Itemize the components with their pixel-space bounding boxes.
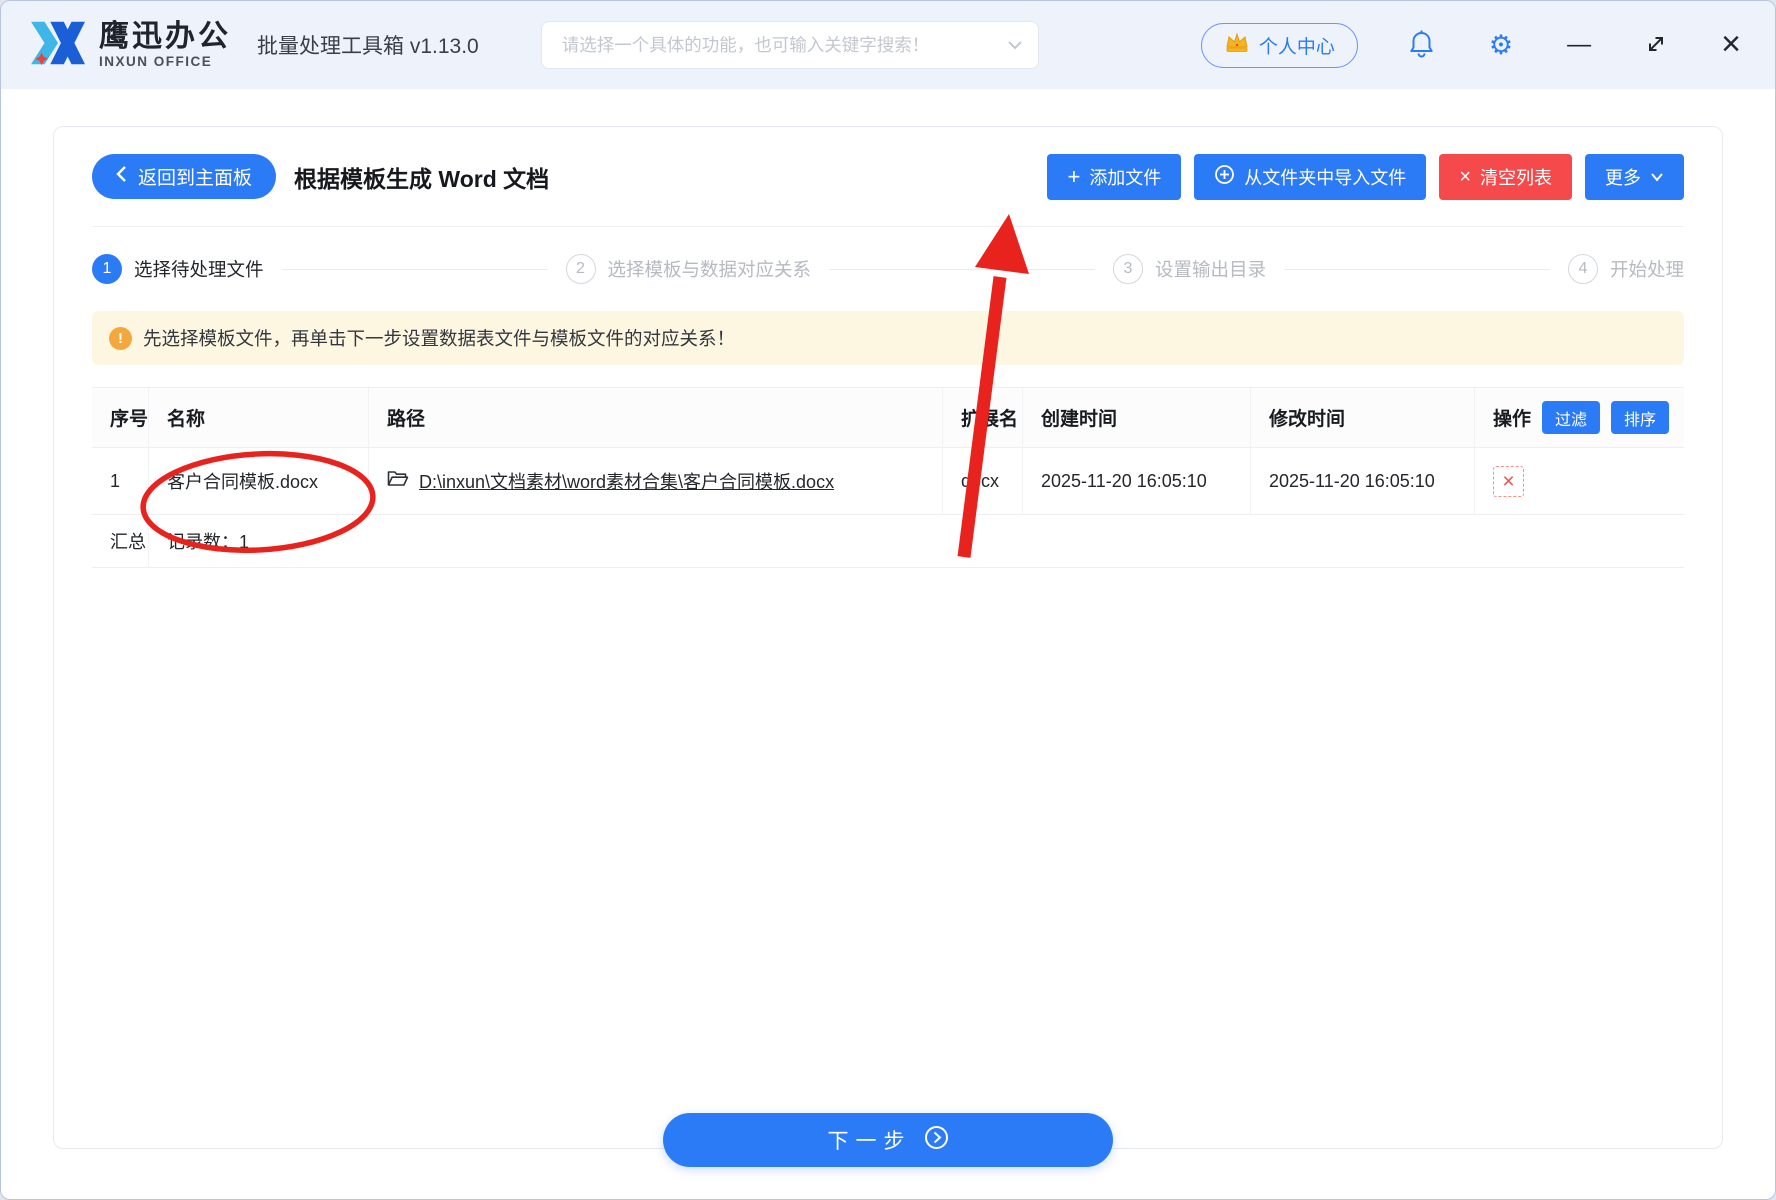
step-1-select-files: 1 选择待处理文件 — [92, 254, 264, 284]
row-index: 1 — [92, 448, 148, 515]
step-indicator: 1 选择待处理文件 2 选择模板与数据对应关系 3 设置输出目录 4 开始处理 — [92, 254, 1684, 284]
plus-icon: + — [1067, 163, 1081, 189]
col-header-modified: 修改时间 — [1250, 388, 1474, 448]
clear-list-button[interactable]: × 清空列表 — [1439, 153, 1572, 200]
row-created: 2025-11-20 16:05:10 — [1022, 448, 1250, 515]
delete-row-button[interactable]: × — [1493, 465, 1524, 497]
notifications-button[interactable] — [1404, 25, 1439, 65]
folder-icon — [387, 469, 409, 493]
titlebar-right: 个人中心 ⚙ — × — [1200, 22, 1745, 68]
step-label: 设置输出目录 — [1155, 259, 1267, 280]
back-label: 返回到主面板 — [138, 168, 253, 189]
step-4-start: 4 开始处理 — [1568, 254, 1684, 284]
more-button[interactable]: 更多 — [1585, 153, 1684, 200]
row-actions: × — [1474, 448, 1684, 515]
add-file-label: 添加文件 — [1089, 167, 1162, 188]
circle-arrow-right-icon — [924, 1125, 949, 1156]
sort-button[interactable]: 排序 — [1611, 401, 1670, 434]
maximize-button[interactable] — [1641, 29, 1671, 62]
user-center-button[interactable]: 个人中心 — [1200, 22, 1358, 68]
step-2-template-mapping: 2 选择模板与数据对应关系 — [565, 254, 812, 284]
file-table: 序号 名称 路径 扩展名 创建时间 修改时间 操作 过滤 排序 1 客户合同模板… — [92, 387, 1684, 568]
main-card: 返回到主面板 根据模板生成 Word 文档 + 添加文件 从文件夹中导入文件 ×… — [53, 126, 1723, 1167]
gear-icon: ⚙ — [1488, 29, 1514, 60]
clear-list-label: 清空列表 — [1480, 167, 1552, 188]
chevron-down-icon[interactable] — [1007, 38, 1023, 56]
user-center-label: 个人中心 — [1258, 36, 1335, 58]
step-label: 选择待处理文件 — [134, 259, 264, 280]
close-icon: × — [1721, 25, 1741, 64]
col-header-path: 路径 — [368, 388, 942, 448]
settings-button[interactable]: ⚙ — [1485, 28, 1517, 63]
col-header-index: 序号 — [92, 388, 148, 448]
page-title: 根据模板生成 Word 文档 — [294, 165, 550, 192]
brand-text: 鹰迅办公 INXUN OFFICE — [99, 21, 231, 70]
function-search — [540, 21, 1039, 69]
notice-banner: ! 先选择模板文件，再单击下一步设置数据表文件与模板文件的对应关系！ — [92, 311, 1684, 365]
step-3-output-dir: 3 设置输出目录 — [1113, 254, 1266, 284]
circle-plus-icon — [1214, 164, 1235, 190]
row-ext: docx — [942, 448, 1022, 515]
page-header: 返回到主面板 根据模板生成 Word 文档 + 添加文件 从文件夹中导入文件 ×… — [92, 127, 1684, 227]
brand-logo-icon — [27, 16, 89, 75]
bell-icon — [1408, 29, 1435, 61]
chevron-left-icon — [116, 165, 127, 189]
step-number: 2 — [565, 254, 596, 284]
crown-icon — [1224, 31, 1250, 59]
import-from-folder-button[interactable]: 从文件夹中导入文件 — [1194, 153, 1427, 200]
search-input[interactable] — [540, 21, 1039, 69]
step-label: 开始处理 — [1610, 259, 1685, 280]
summary-value: 记录数：1 — [148, 515, 1684, 568]
brand: 鹰迅办公 INXUN OFFICE — [27, 16, 231, 75]
back-to-dashboard-button[interactable]: 返回到主面板 — [92, 154, 277, 199]
close-button[interactable]: × — [1717, 27, 1745, 62]
more-label: 更多 — [1605, 167, 1641, 188]
row-name: 客户合同模板.docx — [148, 448, 368, 515]
step-number: 1 — [92, 254, 122, 284]
app-window: 鹰迅办公 INXUN OFFICE 批量处理工具箱 v1.13.0 个 — [0, 0, 1776, 1200]
chevron-down-icon — [1650, 166, 1664, 187]
actions-header-label: 操作 — [1493, 409, 1532, 430]
add-file-button[interactable]: + 添加文件 — [1047, 153, 1182, 200]
row-path: D:\inxun\文档素材\word素材合集\客户合同模板.docx — [368, 448, 942, 515]
col-header-name: 名称 — [148, 388, 368, 448]
close-icon: × — [1502, 469, 1515, 493]
titlebar: 鹰迅办公 INXUN OFFICE 批量处理工具箱 v1.13.0 个 — [1, 1, 1775, 89]
row-modified: 2025-11-20 16:05:10 — [1250, 448, 1474, 515]
step-connector — [829, 268, 1095, 270]
col-header-actions: 操作 过滤 排序 — [1474, 388, 1684, 448]
step-label: 选择模板与数据对应关系 — [607, 259, 812, 280]
step-number: 4 — [1568, 254, 1598, 284]
minimize-button[interactable]: — — [1563, 29, 1595, 61]
import-folder-label: 从文件夹中导入文件 — [1244, 167, 1407, 188]
summary-label: 汇总 — [92, 515, 148, 568]
maximize-icon — [1645, 33, 1667, 58]
brand-name-cn: 鹰迅办公 — [99, 19, 231, 53]
minimize-icon: — — [1567, 31, 1592, 58]
filter-button[interactable]: 过滤 — [1542, 401, 1601, 434]
step-connector — [281, 268, 548, 270]
brand-name-en: INXUN OFFICE — [99, 54, 213, 70]
next-step-label: 下一步 — [827, 1130, 912, 1153]
warning-icon: ! — [109, 326, 132, 350]
step-number: 3 — [1113, 254, 1143, 284]
file-path-link[interactable]: D:\inxun\文档素材\word素材合集\客户合同模板.docx — [419, 468, 834, 494]
col-header-ext: 扩展名 — [942, 388, 1022, 448]
notice-text: 先选择模板文件，再单击下一步设置数据表文件与模板文件的对应关系！ — [143, 328, 736, 349]
x-icon: × — [1459, 165, 1471, 188]
col-header-created: 创建时间 — [1022, 388, 1250, 448]
app-title: 批量处理工具箱 v1.13.0 — [257, 35, 479, 58]
next-step-button[interactable]: 下一步 — [663, 1113, 1113, 1167]
step-connector — [1284, 268, 1550, 270]
